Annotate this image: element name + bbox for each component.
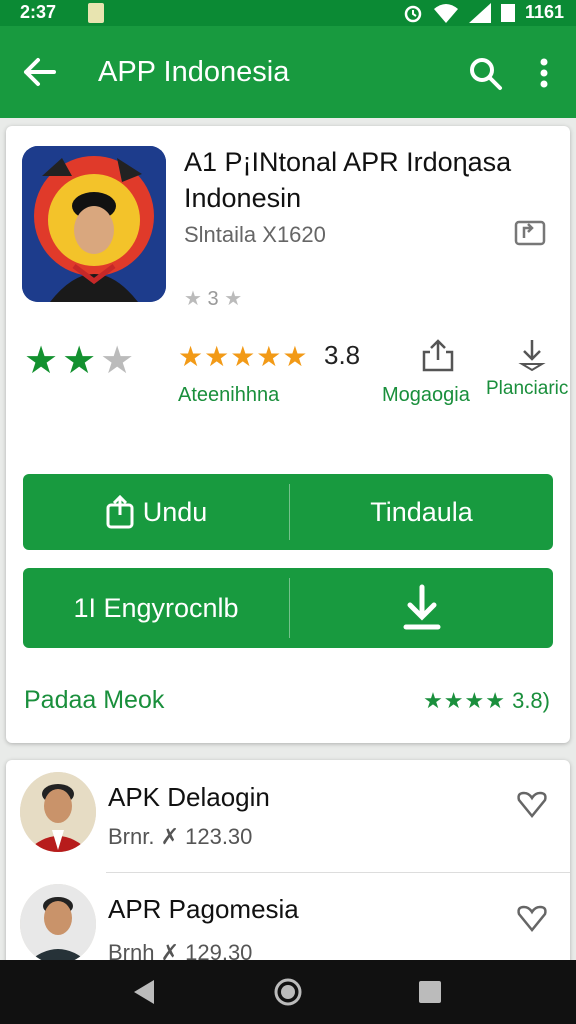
tindaula-button[interactable]: Tindaula [290,474,553,550]
star-empty-icon[interactable]: ★ [100,340,138,382]
alarm-icon [404,5,422,22]
average-rating-stars: ★★★★★ [178,341,309,372]
share-label[interactable]: Mogaogia [382,384,470,407]
nav-recents-icon[interactable] [414,976,446,1008]
footer-rating-value: 3.8) [512,688,550,713]
status-bar: 2:37 1161 [0,0,576,26]
footer-stars: ★★★★ [423,688,506,713]
sim-icon [88,3,104,23]
heart-icon[interactable] [516,790,548,818]
download-icon [403,584,440,630]
engyrocnlb-button[interactable]: 1I Engyrocnlb [23,568,289,648]
list-item-title: APR Pagomesia [108,894,299,924]
undu-button-label: Undu [142,496,208,527]
share-icon[interactable] [514,218,548,248]
star-filled-icon[interactable]: ★ [24,340,62,382]
rating-value: 3.8 [324,340,361,370]
category-label[interactable]: Ateenihhna [178,384,279,407]
list-item[interactable]: APK Delaogin Brnr. ✗ 123.30 [6,760,570,870]
engyrocnlb-button-label: 1I Engyrocnlb [73,592,239,623]
mini-rating: ★ 3 ★ [184,286,242,311]
star-icon: ★ [224,288,243,310]
page-title: APP Indonesia [98,56,290,88]
avatar [20,772,96,852]
signal-icon [468,2,491,23]
developer-name[interactable]: Slntaila X1620 [184,222,326,248]
list-item-subtitle: Brnr. ✗ 123.30 [108,824,253,849]
app-title: A1 P¡INtonal APR Irdoɳasa Indonesin [184,147,512,213]
mini-rating-value: 3 [207,288,219,310]
share-icon[interactable] [420,338,456,374]
app-bar: APP Indonesia [0,26,576,118]
star-filled-icon[interactable]: ★ [62,340,100,382]
download-icon[interactable] [514,336,550,372]
share-icon [106,495,134,529]
list-divider [106,872,570,873]
secondary-action-bar: 1I Engyrocnlb [23,568,553,648]
battery-text: 1161 [524,2,564,22]
list-item-title: APK Delaogin [108,782,270,812]
footer-link[interactable]: Padaa Meok [24,686,164,715]
search-icon[interactable] [466,54,504,92]
battery-icon [500,3,515,22]
status-time: 2:37 [20,2,57,22]
avatar [20,884,96,964]
heart-icon[interactable] [516,904,548,932]
user-rating-stars[interactable]: ★★★ [24,338,138,383]
related-apps-card: APK Delaogin Brnr. ✗ 123.30 APR Pagomesi… [6,760,570,980]
nav-home-icon[interactable] [272,976,304,1008]
app-detail-card: A1 P¡INtonal APR Irdoɳasa Indonesin Slnt… [6,126,570,743]
back-arrow-icon[interactable] [20,52,60,92]
wifi-icon [433,3,458,23]
nav-back-icon[interactable] [128,976,160,1008]
undu-button[interactable]: Undu [23,474,289,550]
star-icon: ★ [184,288,202,310]
system-nav-bar [0,960,576,1024]
primary-action-bar: Undu Tindaula [23,474,553,550]
footer-rating: ★★★★ 3.8) [423,688,550,714]
install-label[interactable]: Planciaric [486,378,568,400]
more-vert-icon[interactable] [528,54,560,92]
status-icons: 1161 [403,2,564,23]
download-button[interactable] [290,568,553,648]
tindaula-button-label: Tindaula [370,496,473,527]
app-icon[interactable] [22,146,166,302]
